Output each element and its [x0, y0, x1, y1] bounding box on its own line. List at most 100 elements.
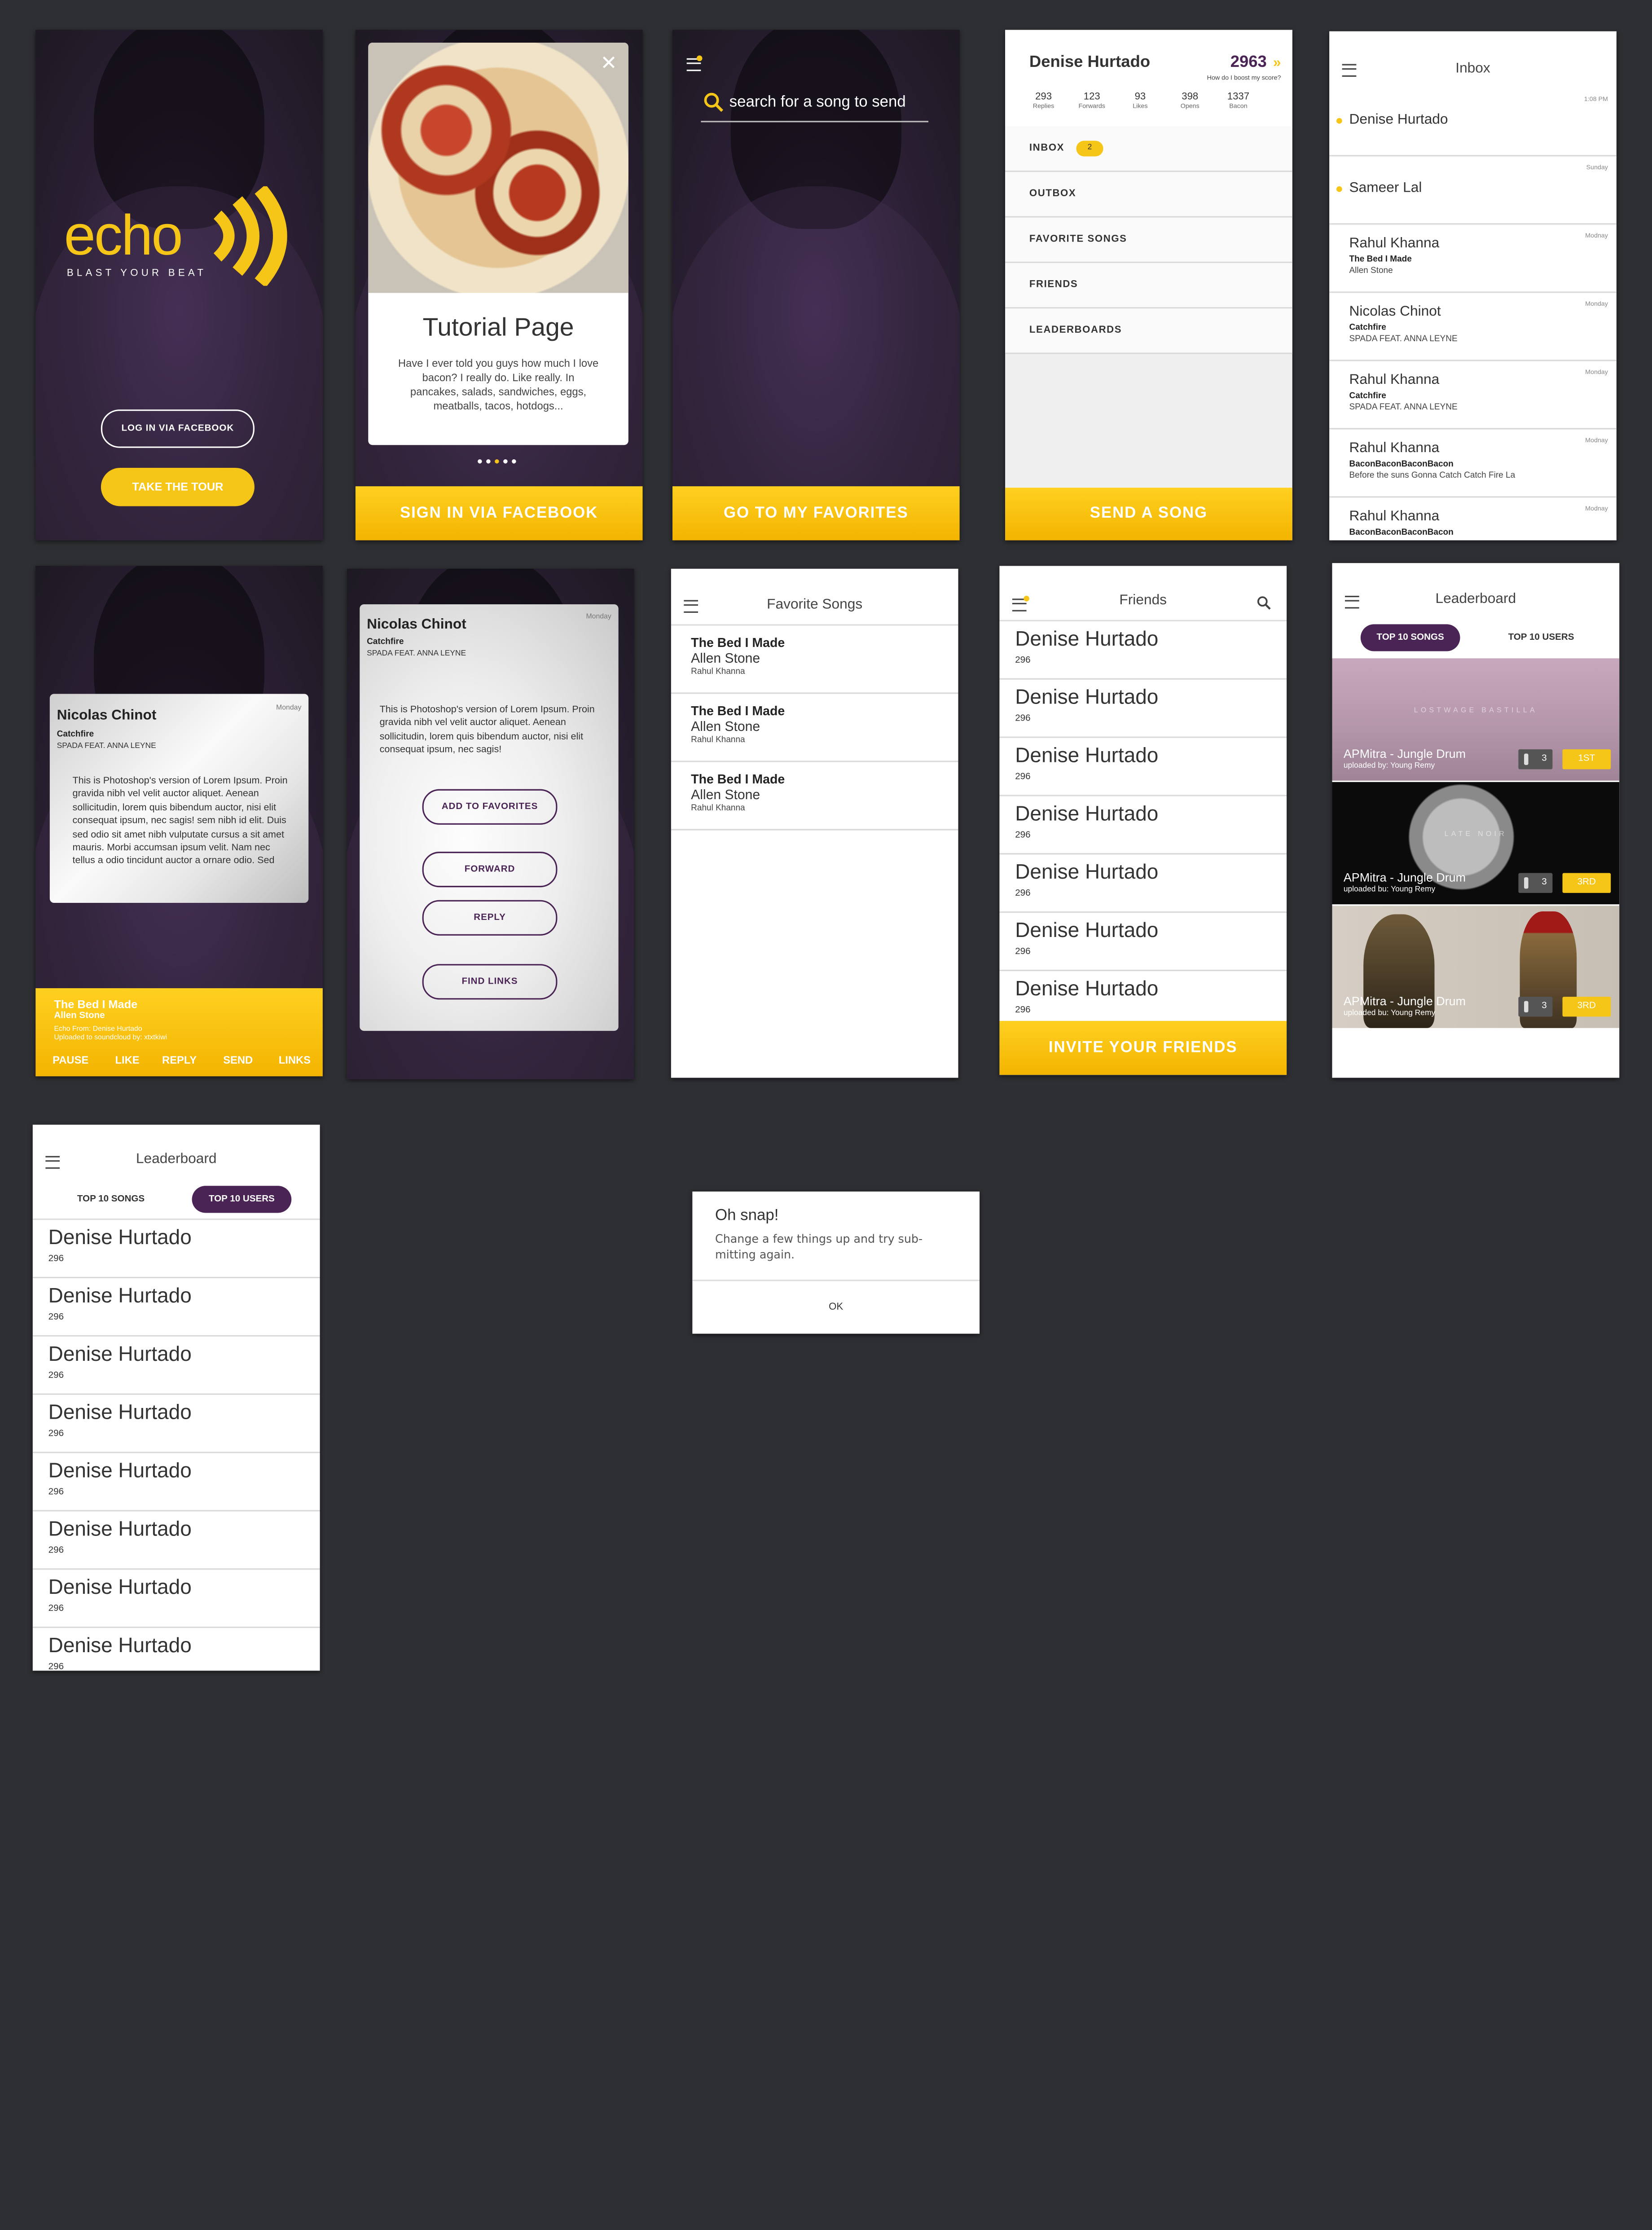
take-tour-button[interactable]: TAKE THE TOUR	[101, 467, 255, 506]
menu-item-leaderboards[interactable]: LEADERBOARDS	[1005, 308, 1292, 354]
menu-icon[interactable]	[45, 1156, 60, 1169]
score-hint-link[interactable]: How do I boost my score?	[1207, 74, 1281, 81]
page-indicator[interactable]	[478, 459, 520, 468]
vote-count[interactable]: 3	[1518, 873, 1553, 893]
song-entry[interactable]: LOSTWAGE BASTILLA APMitra - Jungle Drum up…	[1332, 658, 1620, 781]
find-links-button[interactable]: FIND LINKS	[422, 964, 558, 1000]
menu-item-inbox[interactable]: INBOX 2	[1005, 126, 1292, 172]
user-name: Denise Hurtado	[48, 1635, 192, 1658]
user-row[interactable]: Denise Hurtado 296	[33, 1628, 320, 1671]
message-day: Monday	[276, 704, 302, 713]
message-time: Modnay	[1585, 436, 1608, 444]
inbox-row[interactable]: Sunday Sameer Lal	[1329, 156, 1617, 225]
like-button[interactable]: LIKE	[115, 1054, 140, 1067]
song-title: Catchfire	[1349, 324, 1386, 333]
alert-ok-button[interactable]: OK	[692, 1280, 980, 1333]
send-song-button[interactable]: SEND A SONG	[1005, 488, 1292, 541]
favorite-song-row[interactable]: The Bed I Made Allen Stone Rahul Khanna	[671, 762, 958, 831]
user-row[interactable]: Denise Hurtado 296	[32, 1395, 320, 1453]
alert-title: Oh snap!	[715, 1207, 779, 1224]
inbox-row[interactable]: Modnay Rahul Khanna BaconBaconBaconBacon Be…	[1329, 429, 1617, 498]
user-row[interactable]: Denise Hurtado 296	[32, 1220, 320, 1279]
inbox-list: 1:08 PM Denise Hurtado Sunday Sameer Lal Mod…	[1329, 88, 1617, 540]
message-time: Sunday	[1586, 163, 1608, 171]
rank-badge: 3RD	[1562, 873, 1611, 893]
user-row[interactable]: Denise Hurtado 296	[32, 1512, 320, 1570]
inbox-screen: Inbox 1:08 PM Denise Hurtado Sunday Sameer …	[1329, 31, 1617, 541]
user-row[interactable]: Denise Hurtado 296	[32, 1278, 320, 1337]
friend-row[interactable]: Denise Hurtado 296	[999, 680, 1287, 738]
links-button[interactable]: LINKS	[279, 1054, 311, 1067]
send-button[interactable]: SEND	[223, 1054, 253, 1067]
menu-icon[interactable]	[1344, 595, 1359, 609]
leaderboard-users-screen: Leaderboard TOP 10 SONGS TOP 10 USERS De…	[32, 1125, 320, 1671]
menu-item-outbox[interactable]: OUTBOX	[1005, 172, 1292, 218]
inbox-row[interactable]: Monday Rahul Khanna Catchfire SPADA FEAT. A…	[1329, 361, 1617, 430]
forward-button[interactable]: FORWARD	[422, 852, 558, 888]
friend-name: Denise Hurtado	[1015, 686, 1159, 710]
tab-top-songs[interactable]: TOP 10 SONGS	[1360, 624, 1460, 651]
menu-icon[interactable]	[684, 600, 698, 613]
song-artist: Allen Stone	[691, 787, 760, 804]
friend-row[interactable]: Denise Hurtado 296	[999, 738, 1287, 796]
friend-score: 296	[1015, 1005, 1031, 1016]
song-entry[interactable]: APMitra - Jungle Drum uploaded bu: Young …	[1332, 906, 1620, 1028]
sender-name: Sameer Lal	[1349, 180, 1422, 197]
search-icon[interactable]	[1257, 596, 1271, 610]
rank-badge: 3RD	[1562, 997, 1611, 1017]
tab-top-songs[interactable]: TOP 10 SONGS	[61, 1186, 161, 1213]
inbox-row[interactable]: Modnay Rahul Khanna BaconBaconBaconBacon	[1329, 497, 1617, 540]
login-screen: echo BLAST YOUR BEAT LOG IN VIA FACEBOOK…	[35, 30, 323, 541]
user-name: Denise Hurtado	[48, 1577, 192, 1600]
sign-in-facebook-button[interactable]: SIGN IN VIA FACEBOOK	[355, 486, 643, 541]
inbox-row[interactable]: Modnay Rahul Khanna The Bed I Made Allen St…	[1329, 224, 1617, 293]
go-to-favorites-button[interactable]: GO TO MY FAVORITES	[672, 486, 960, 541]
song-entry[interactable]: LATE NOIR APMitra - Jungle Drum uploaded b…	[1332, 782, 1620, 905]
friend-score: 296	[1015, 713, 1031, 724]
favorite-song-row[interactable]: The Bed I Made Allen Stone Rahul Khanna	[671, 625, 958, 694]
favorite-songs-screen: Favorite Songs The Bed I Made Allen Stone…	[671, 568, 958, 1078]
user-name: Denise Hurtado	[48, 1227, 192, 1250]
user-name: Denise Hurtado	[48, 1402, 192, 1425]
user-row[interactable]: Denise Hurtado 296	[32, 1453, 320, 1512]
inbox-row[interactable]: 1:08 PM Denise Hurtado	[1329, 88, 1617, 157]
tab-top-users[interactable]: TOP 10 USERS	[1491, 624, 1591, 651]
page-title: Leaderboard	[136, 1152, 217, 1168]
pause-button[interactable]: PAUSE	[53, 1054, 88, 1067]
friend-row[interactable]: Denise Hurtado 296	[999, 913, 1287, 972]
profile-name: Denise Hurtado	[1029, 54, 1151, 71]
add-to-favorites-button[interactable]: ADD TO FAVORITES	[422, 789, 558, 825]
invite-friends-button[interactable]: INVITE YOUR FRIENDS	[999, 1020, 1287, 1075]
favorites-list: The Bed I Made Allen Stone Rahul Khanna The…	[671, 624, 958, 831]
friend-row[interactable]: Denise Hurtado 296	[999, 621, 1287, 680]
friend-name: Denise Hurtado	[1015, 862, 1159, 884]
song-title: BaconBaconBaconBacon	[1349, 461, 1454, 470]
song-title: The Bed I Made	[691, 704, 785, 718]
menu-item-friends[interactable]: FRIENDS	[1005, 263, 1292, 309]
friend-name: Denise Hurtado	[1015, 920, 1159, 943]
user-row[interactable]: Denise Hurtado 296	[32, 1570, 320, 1628]
close-icon[interactable]: ✕	[600, 51, 617, 75]
favorite-song-row[interactable]: The Bed I Made Allen Stone Rahul Khanna	[671, 694, 958, 762]
user-row[interactable]: Denise Hurtado 296	[32, 1337, 320, 1395]
menu-icon[interactable]	[1342, 64, 1357, 77]
notification-dot	[1024, 595, 1029, 602]
inbox-row[interactable]: Monday Nicolas Chinot Catchfire SPADA FEAT.…	[1329, 293, 1617, 361]
reply-button[interactable]: REPLY	[162, 1054, 197, 1067]
song-search-field[interactable]: search for a song to send	[701, 90, 929, 123]
vote-count[interactable]: 3	[1518, 997, 1553, 1017]
page-dot	[486, 459, 491, 464]
sender-name: Nicolas Chinot	[57, 708, 157, 724]
friend-row[interactable]: Denise Hurtado 296	[999, 796, 1287, 855]
friend-row[interactable]: Denise Hurtado 296	[999, 854, 1287, 913]
user-score: 296	[48, 1545, 64, 1556]
reply-button[interactable]: REPLY	[422, 900, 558, 936]
vote-count[interactable]: 3	[1518, 749, 1553, 770]
rank-badge: 1ST	[1562, 749, 1611, 770]
facebook-login-button[interactable]: LOG IN VIA FACEBOOK	[101, 409, 255, 448]
friend-name: Denise Hurtado	[1015, 628, 1159, 651]
menu-item-favorite-songs[interactable]: FAVORITE SONGS	[1005, 217, 1292, 263]
message-time: Modnay	[1585, 232, 1608, 239]
song-artist: SPADA FEAT. ANNA LEYNE	[1349, 404, 1458, 413]
tab-top-users[interactable]: TOP 10 USERS	[192, 1186, 292, 1213]
